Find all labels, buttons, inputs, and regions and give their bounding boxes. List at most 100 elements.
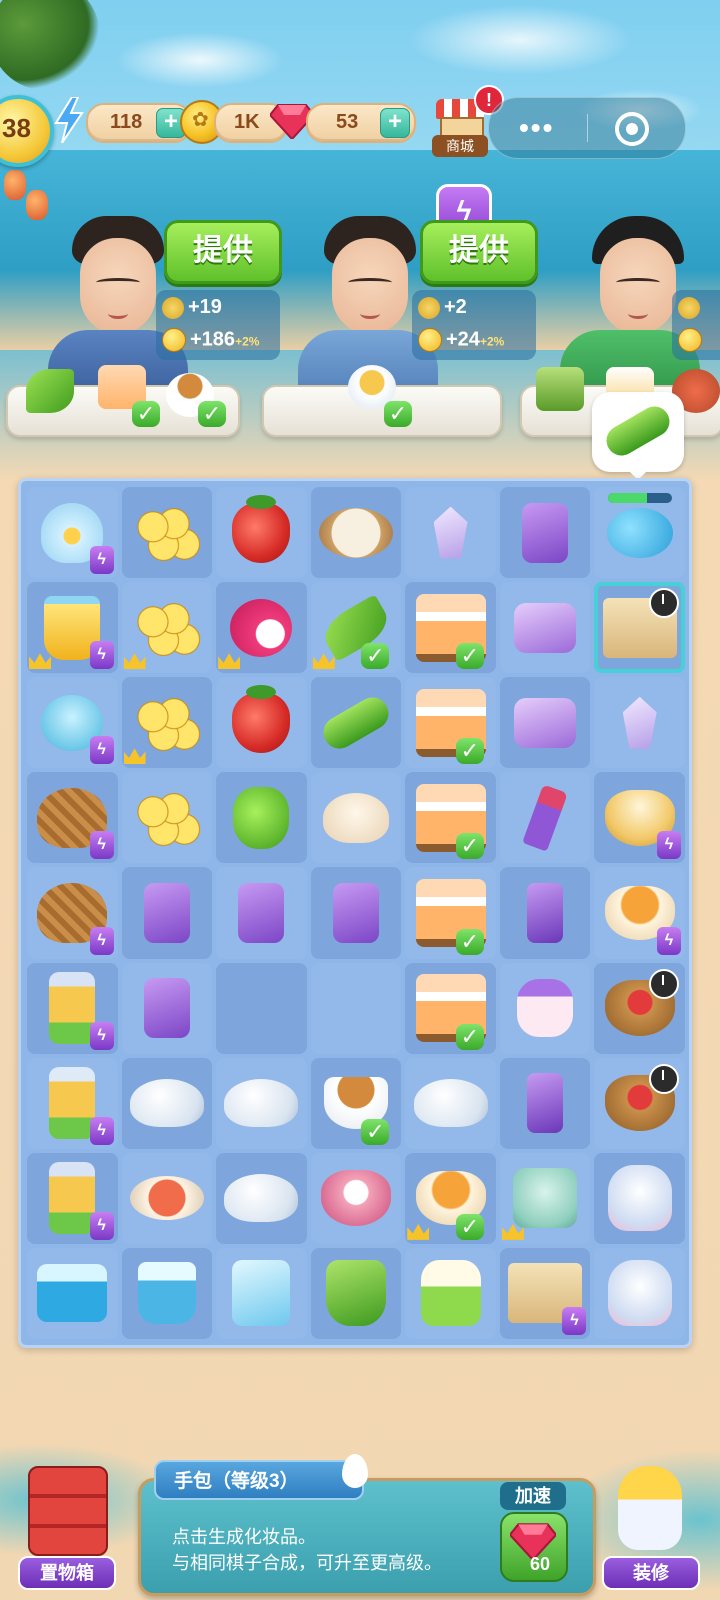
strawberry-icon [232,684,291,753]
board-cell-cucumber[interactable] [310,677,402,769]
board-cell-dragon-fruit[interactable] [216,582,307,674]
order-tray-1: ✓ ✓ [6,365,240,437]
board-cell-okra[interactable]: ✓ [310,582,402,674]
board-cell-empty[interactable] [310,962,402,1054]
board-cell-powder-compact[interactable] [499,582,591,674]
order-match-check-icon: ✓ [361,643,390,670]
shop-button[interactable]: 商城 ! [432,85,504,159]
board-cell-perfume[interactable] [499,487,591,579]
board-cell-ice-fridge[interactable] [216,1247,307,1339]
board-cell-teapot[interactable] [121,1057,213,1149]
energy-counter: 118 + [86,103,192,143]
board-cell-tea-set[interactable] [499,1152,591,1244]
board-cell-fishing-rod[interactable] [405,487,496,579]
board-cell-frying-pan[interactable] [310,487,402,579]
gem-value: 53 [336,111,359,133]
add-gems-button[interactable]: + [380,108,410,138]
board-cell-perfume-bottle[interactable] [499,867,591,959]
board-cell-shopping-bag[interactable]: ϟ [499,1247,591,1339]
green-pepper-icon [233,786,290,849]
tea-set-icon [513,1168,578,1229]
board-cell-whale-generator[interactable] [594,487,685,579]
board-cell-strawberry[interactable] [216,487,307,579]
cooldown-timer-icon [648,1063,679,1094]
board-cell-fish-bowl[interactable]: ϟ [27,677,118,769]
ice-bucket-icon [137,1262,196,1325]
board-cell-soup-bowl[interactable]: ✓ [405,1152,496,1244]
order-flower-cake-icon[interactable] [536,367,584,411]
board-cell-goldfish-bag[interactable]: ϟ [27,487,118,579]
board-cell-vegetable-basket[interactable]: ϟ [27,867,118,959]
generator-bolt-icon: ϟ [89,1021,114,1050]
frying-pan-icon [318,507,393,558]
board-cell-flower-teapot[interactable] [594,1152,685,1244]
blush-compact-icon [514,697,577,748]
board-cell-empty[interactable] [216,962,307,1054]
energy-bolt-icon [54,97,84,143]
board-cell-clay-pot[interactable]: ϟ [594,772,685,864]
board-cell-lotion-tube[interactable] [310,867,402,959]
board-cell-tea-cup[interactable]: ✓ [310,1057,402,1149]
customer-2-avatar [320,216,420,346]
board-cell-gold-coins[interactable] [121,772,213,864]
board-cell-teapot[interactable] [216,1057,307,1149]
board-cell-mango-cake[interactable]: ✓ [405,962,496,1054]
teapot-icon [129,1079,204,1128]
board-cell-juicer[interactable] [405,1247,496,1339]
board-cell-flower-teapot[interactable] [594,1247,685,1339]
board-cell-tea-blender[interactable]: ϟ [27,1057,118,1149]
merge-grid: ϟ ϟ ✓ ✓ ϟ ✓ ϟ ✓ ϟ ϟ ✓ ϟ ϟ ✓ ϟ ✓ ϟ ✓ ϟ [27,487,685,1339]
board-cell-green-pepper[interactable] [216,772,307,864]
board-cell-meat-dish[interactable] [310,1152,402,1244]
board-cell-bun[interactable] [310,772,402,864]
item-info-title: 手包（等级3） [154,1460,364,1500]
board-cell-gold-coins[interactable] [121,677,213,769]
board-cell-corn-basket[interactable]: ϟ [27,772,118,864]
order-match-check-icon: ✓ [455,1023,484,1050]
board-cell-teapot[interactable] [216,1152,307,1244]
board-cell-flower-cake[interactable]: ✓ [405,677,496,769]
xp-icon [418,296,440,319]
ice-fridge-icon [232,1260,291,1327]
board-cell-lipstick[interactable] [499,772,591,864]
item-hint-bubble [592,392,684,480]
board-cell-cherry-basket[interactable] [594,962,685,1054]
board-cell-ice-cooler[interactable] [27,1247,118,1339]
board-cell-crystal[interactable] [594,677,685,769]
serum-bottle-icon [527,1073,564,1134]
board-cell-gold-coins[interactable] [121,582,213,674]
board-cell-juice-maker[interactable]: ϟ [27,1152,118,1244]
board-cell-strawberry[interactable] [216,677,307,769]
gold-coins-icon [131,501,202,564]
order-okra-icon[interactable] [26,369,74,413]
board-cell-serum-bottle[interactable] [499,1057,591,1149]
storage-box-button[interactable]: 置物箱 [14,1466,120,1590]
board-cell-teapot[interactable] [405,1057,496,1149]
decorate-button[interactable]: 装修 [598,1466,704,1590]
board-cell-flower-cake[interactable]: ✓ [405,582,496,674]
board-cell-cream-jar[interactable] [499,962,591,1054]
board-cell-ice-bucket[interactable] [121,1247,213,1339]
board-cell-cherry-basket[interactable] [594,1057,685,1149]
board-cell-salmon-plate[interactable] [121,1152,213,1244]
generator-bolt-icon: ϟ [89,926,114,955]
board-cell-lotion-tube[interactable] [216,867,307,959]
board-cell-blush-compact[interactable] [499,677,591,769]
board-cell-water-bucket[interactable]: ϟ [27,582,118,674]
board-cell-lotion-tube[interactable] [121,962,213,1054]
board-cell-makeup-bag[interactable] [594,582,685,674]
generator-bolt-icon: ϟ [89,546,114,575]
board-cell-lotion-tube[interactable] [121,867,213,959]
generator-bolt-icon: ϟ [656,831,681,860]
teapot-icon [224,1079,299,1128]
board-cell-green-jug[interactable] [310,1247,402,1339]
more-menu-button[interactable]: ••• [519,112,554,144]
board-cell-layer-cake[interactable]: ✓ [405,867,496,959]
board-cell-juice-blender[interactable]: ϟ [27,962,118,1054]
board-cell-soup-pot[interactable]: ϟ [594,867,685,959]
speed-up-button[interactable]: 60 [500,1512,568,1582]
board-cell-gold-coins[interactable] [121,487,213,579]
close-target-icon[interactable] [615,112,649,146]
teapot-icon [224,1174,299,1223]
board-cell-layer-cake[interactable]: ✓ [405,772,496,864]
